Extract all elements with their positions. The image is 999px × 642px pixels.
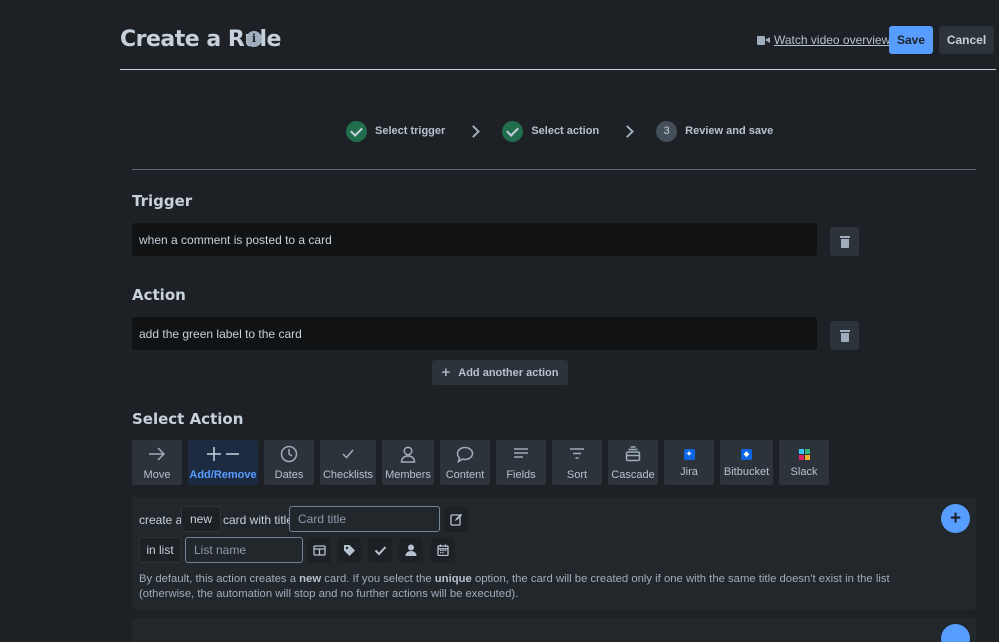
- tab-label: Sort: [566, 469, 588, 481]
- clock-icon: [280, 444, 298, 464]
- lines-icon: [513, 444, 529, 464]
- checklist-picker-button[interactable]: [368, 537, 392, 563]
- slack-icon: [798, 444, 810, 464]
- tab-sort[interactable]: Sort: [552, 440, 602, 485]
- edit-title-button[interactable]: [444, 506, 468, 532]
- check-icon: [374, 545, 386, 555]
- tab-bitbucket[interactable]: ◆ Bitbucket: [720, 440, 773, 485]
- delete-action-button[interactable]: [830, 321, 859, 350]
- add-another-action-label: Add another action: [458, 366, 559, 379]
- cascade-icon: [625, 444, 641, 464]
- filter-icon: [569, 444, 585, 464]
- watch-video-link[interactable]: Watch video overview: [757, 33, 890, 47]
- tab-move[interactable]: Move: [132, 440, 182, 485]
- tab-checklists[interactable]: Checklists: [320, 440, 376, 485]
- label-picker-button[interactable]: [337, 537, 361, 563]
- add-action-plus-button[interactable]: +: [941, 504, 970, 533]
- tab-cascade[interactable]: Cascade: [608, 440, 658, 485]
- step-label: Select action: [531, 125, 600, 137]
- board-icon: [312, 544, 326, 556]
- add-action-plus-button[interactable]: [941, 624, 970, 642]
- tab-fields[interactable]: Fields: [496, 440, 546, 485]
- tab-jira[interactable]: ✦ Jira: [664, 440, 714, 485]
- tab-label: Move: [143, 469, 171, 481]
- bitbucket-icon: ◆: [741, 444, 752, 464]
- save-button[interactable]: Save: [889, 26, 933, 54]
- tab-label: Members: [385, 469, 431, 481]
- cancel-button[interactable]: Cancel: [939, 26, 994, 54]
- tab-label: Fields: [506, 469, 536, 481]
- header: Create a Rule i Watch video overview Sav…: [120, 24, 996, 70]
- info-icon[interactable]: i: [246, 31, 262, 47]
- check-icon: [341, 444, 355, 464]
- person-icon: [405, 544, 417, 556]
- check-circle-icon: [502, 120, 524, 142]
- card-with-title-label: card with title: [223, 513, 294, 527]
- list-name-input[interactable]: List name: [185, 537, 303, 563]
- step-label: Select trigger: [375, 125, 446, 137]
- tab-label: Cascade: [611, 469, 655, 481]
- help-text: By default, this action creates a new ca…: [139, 573, 890, 600]
- tab-members[interactable]: Members: [382, 440, 434, 485]
- divider: [132, 169, 976, 170]
- edit-icon: [449, 513, 462, 526]
- create-a-label: create a: [139, 513, 183, 527]
- trigger-title: Trigger: [132, 192, 193, 210]
- step-select-trigger[interactable]: Select trigger: [346, 120, 446, 142]
- speech-bubble-icon: [456, 444, 474, 464]
- person-icon: [400, 444, 416, 464]
- trigger-field[interactable]: when a comment is posted to a card: [132, 223, 817, 256]
- tab-add-remove[interactable]: Add/Remove: [188, 440, 258, 485]
- step-number: 3: [656, 120, 678, 142]
- list-picker-button[interactable]: [307, 537, 331, 563]
- create-card-panel: create a new card with title Card title …: [132, 497, 976, 610]
- tab-label: Bitbucket: [723, 466, 770, 478]
- chevron-right-icon: [621, 124, 635, 138]
- check-circle-icon: [346, 120, 367, 142]
- chevron-right-icon: [467, 124, 481, 138]
- tab-label: Add/Remove: [189, 469, 257, 481]
- video-camera-icon: [757, 35, 770, 45]
- tab-label: Jira: [680, 466, 698, 478]
- watch-video-label: Watch video overview: [774, 33, 891, 47]
- tab-slack[interactable]: Slack: [779, 440, 829, 485]
- trash-icon: [839, 329, 850, 342]
- jira-icon: ✦: [683, 444, 695, 464]
- delete-trigger-button[interactable]: [830, 227, 859, 256]
- plus-icon: +: [441, 364, 451, 381]
- tab-content[interactable]: Content: [440, 440, 490, 485]
- in-list-select[interactable]: in list: [139, 537, 181, 563]
- plus-icon: +: [949, 508, 962, 529]
- step-review-and-save[interactable]: 3 Review and save: [656, 120, 774, 142]
- tab-label: Slack: [790, 466, 818, 478]
- trash-icon: [839, 235, 850, 248]
- tab-label: Checklists: [322, 469, 374, 481]
- select-action-title: Select Action: [132, 410, 244, 428]
- card-mode-select[interactable]: new: [181, 506, 221, 532]
- add-another-action-button[interactable]: + Add another action: [432, 360, 568, 385]
- stepper: Select trigger Select action 3 Review an…: [346, 120, 773, 142]
- arrow-right-icon: [148, 444, 166, 464]
- next-action-panel: [132, 618, 976, 642]
- tab-label: Dates: [274, 469, 304, 481]
- card-title-input[interactable]: Card title: [289, 506, 440, 532]
- step-select-action[interactable]: Select action: [502, 120, 600, 142]
- action-title: Action: [132, 286, 186, 304]
- calendar-icon: [437, 544, 449, 556]
- step-label: Review and save: [685, 125, 774, 137]
- tab-dates[interactable]: Dates: [264, 440, 314, 485]
- member-picker-button[interactable]: [399, 537, 423, 563]
- plus-minus-icon: [206, 444, 240, 464]
- tab-label: Content: [445, 469, 485, 481]
- action-field[interactable]: add the green label to the card: [132, 317, 817, 350]
- date-picker-button[interactable]: [431, 537, 455, 563]
- tag-icon: [343, 544, 355, 556]
